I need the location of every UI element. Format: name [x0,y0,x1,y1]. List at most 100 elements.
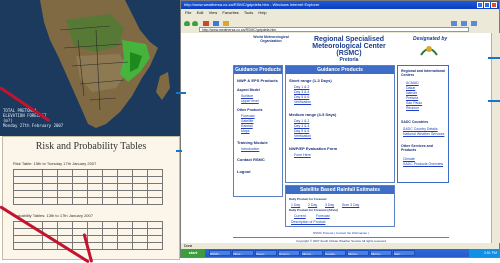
rainfall-description-link[interactable]: Description of Product [291,220,325,224]
taskbar-item-9[interactable]: Sam... [393,250,415,256]
other-rainfall-link[interactable]: Rainfall [241,124,253,128]
footer-divider [233,237,449,238]
blue-connector-3 [488,57,500,59]
africa-map-image: TOTAL PRETORIA ELEVATION FORECAST (m?) M… [0,0,183,136]
short-link-2[interactable]: Day 3 & 4 [294,90,309,94]
menu-bar: File Edit View Favorites Tools Help [181,9,499,16]
risk-table-label: Risk Table: 15th to Tuesday 17th January… [13,161,97,166]
logout-link[interactable]: Logout [237,169,251,174]
vertical-scrollbar[interactable] [491,33,500,243]
other-service-link-1[interactable]: Climate [403,157,415,161]
regional-centers-header: Regional and International Centers [401,69,445,77]
medium-link-3[interactable]: Day 5 & 6 [294,129,309,133]
taskbar-item-2[interactable]: Inbox... [232,250,254,256]
probability-table-label: Probability Tables: 13th to 17th January… [13,213,93,218]
aspect-upper-link[interactable]: Upper level [241,99,259,103]
blue-connector-1 [176,92,186,94]
page-title: Regional Specialised Meteorological Cent… [299,36,399,63]
taskbar-item-5[interactable]: Micros... [301,250,323,256]
taskbar-item-8[interactable]: Micros... [370,250,392,256]
risk-probability-document: Risk and Probability Tables Risk Table: … [2,136,180,260]
rainfall-line-2: Daily Product for Forecast (Africa) [289,208,338,212]
other-forecast-link[interactable]: Forecast [241,114,255,118]
left-panel-header: Guidance Products [234,66,282,74]
address-bar: http://www.weathersa.co.za/RSMC/gdpdefa.… [181,26,499,33]
contact-rsmc-link[interactable]: Contact RSMC [237,157,265,162]
taskbar-item-6[interactable]: Google... [324,250,346,256]
other-satellite-link[interactable]: Satellite [241,119,253,123]
rainfall-option-3[interactable]: 3 Day [325,203,334,207]
map-caption-line-4: Monday 27th February 2007 [3,123,64,128]
maximize-button[interactable] [484,2,490,8]
rainfall-panel-header: Satellite Based Rainfall Estimates [286,186,394,194]
blue-connector-4 [488,100,500,102]
footer-links[interactable]: RSMC Pretoria | Contact the Webmaster | [233,231,449,235]
rainfall-line-1: Daily Product for Forecast [289,197,327,201]
menu-favorites[interactable]: Favorites [222,10,238,15]
close-button[interactable] [491,2,497,8]
system-tray-clock: 2:51 PM [469,249,499,257]
rainfall-option-2[interactable]: 2 Day [308,203,317,207]
nwp-eval-label: NWP/EP Evaluation Form [289,146,338,151]
short-link-3[interactable]: Day 5 & 6 [294,95,309,99]
training-intro-link[interactable]: Introduction [241,147,259,151]
windows-taskbar: start RSMC... Inbox... Sever... Docum...… [181,249,499,257]
title-line-1: Regional Specialised [313,36,385,43]
wmo-text-line-2: Organization [260,39,282,43]
medium-link-2[interactable]: Day 3 & 4 [294,124,309,128]
short-link-1[interactable]: Day 1 & 2 [294,85,309,89]
regional-link-3[interactable]: Nairobi [406,91,417,95]
minimize-button[interactable] [477,2,483,8]
other-services-header: Other Services and Products [401,144,433,152]
rainfall-option-4[interactable]: Sum 3 Day [342,203,359,207]
rainfall-forecast-link[interactable]: Forecast [316,214,330,218]
rainfall-current-link[interactable]: Current [294,214,306,218]
menu-tools[interactable]: Tools [244,10,253,15]
regional-link-1[interactable]: ACMAD [406,81,419,85]
nwp-eps-link[interactable]: NWP & EPS Products [237,78,278,83]
rainfall-estimates-panel: Satellite Based Rainfall Estimates Daily… [285,185,395,227]
aspect-model-label: Aspect Model [237,88,260,92]
blue-connector-2 [176,150,182,152]
medium-link-1[interactable]: Day 1 & 2 [294,119,309,123]
sadc-header: SADC Countries [401,120,429,124]
short-range-label: Short range (1-3 Days) [289,78,332,83]
regional-link-5[interactable]: Sao Paulo [406,101,422,105]
sadc-link-2[interactable]: National Weather Services [403,132,444,136]
risk-table [13,169,163,205]
menu-edit[interactable]: Edit [197,10,204,15]
other-maps-link[interactable]: Maps [241,129,250,133]
wmo-logo: World Meteorological Organization [241,35,301,43]
medium-link-4[interactable]: Verification [294,134,311,138]
right-centers-panel: Regional and International Centers ACMAD… [397,65,449,183]
start-button[interactable]: start [181,249,205,257]
aspect-surface-link[interactable]: Surface [241,94,253,98]
regional-link-6[interactable]: Reunion [406,106,419,110]
taskbar-item-1[interactable]: RSMC... [209,250,231,256]
training-module-label: Training Module [237,140,268,145]
nwp-eval-link[interactable]: Form Here [294,153,311,157]
address-input[interactable]: http://www.weathersa.co.za/RSMC/gdpdefa.… [199,27,469,32]
center-products-panel: Guidance Products Short range (1-3 Days)… [285,65,395,183]
saws-logo-icon [420,46,438,56]
short-link-4[interactable]: Verification [294,100,311,104]
regional-link-2[interactable]: Dakar [406,86,415,90]
other-service-link-2[interactable]: SADC Products Overview [403,162,443,166]
menu-file[interactable]: File [185,10,191,15]
rainfall-option-1[interactable]: 1 Day [291,203,300,207]
designated-by-label: Designated by [413,36,448,42]
left-nav-panel: Guidance Products NWP & EPS Products Asp… [233,65,283,197]
regional-link-4[interactable]: Pretoria [406,96,418,100]
other-products-label: Other Products [237,108,263,112]
title-line-2: Meteorological Center (RSMC) [312,43,386,57]
taskbar-item-7[interactable]: Micros... [347,250,369,256]
title-line-3: Pretoria [339,57,359,63]
sadc-link-1[interactable]: SADC Country Details [403,127,438,131]
window-titlebar: http://www.weathersa.co.za/RSMC/gdpdefa.… [181,1,499,9]
taskbar-item-3[interactable]: Sever... [255,250,277,256]
page-viewport: World Meteorological Organization Region… [181,33,491,243]
menu-view[interactable]: View [209,10,218,15]
browser-window: http://www.weathersa.co.za/RSMC/gdpdefa.… [180,0,500,258]
menu-help[interactable]: Help [258,10,266,15]
taskbar-item-4[interactable]: Docum... [278,250,300,256]
